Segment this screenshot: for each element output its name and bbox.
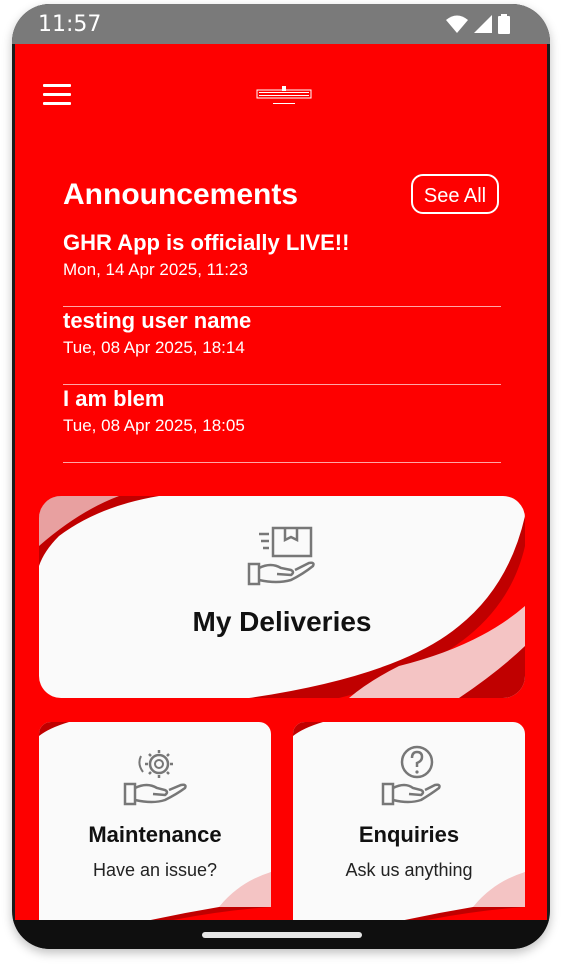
announcement-item[interactable]: testing user name Tue, 08 Apr 2025, 18:1… [63, 308, 501, 385]
package-hand-icon [247, 526, 315, 586]
gear-hand-icon [123, 750, 187, 806]
announcements-list: GHR App is officially LIVE!! Mon, 14 Apr… [63, 230, 501, 463]
maintenance-subtitle: Have an issue? [92, 860, 218, 880]
phone-frame: 11:57 Announcements See All GHR App is o… [12, 4, 550, 949]
enquiries-subtitle: Ask us anything [345, 860, 473, 880]
my-deliveries-card[interactable]: My Deliveries [39, 496, 525, 698]
wifi-icon [446, 15, 468, 33]
hamburger-menu-icon[interactable] [43, 84, 71, 106]
announcement-title: testing user name [63, 308, 252, 333]
status-bar: 11:57 [12, 4, 550, 44]
my-deliveries-title: My Deliveries [192, 606, 372, 637]
cellular-signal-icon [474, 15, 492, 33]
announcement-title: GHR App is officially LIVE!! [63, 230, 350, 255]
enquiries-card[interactable]: Enquiries Ask us anything [293, 722, 525, 920]
announcement-date: Tue, 08 Apr 2025, 18:14 [63, 338, 245, 357]
announcement-item[interactable]: I am blem Tue, 08 Apr 2025, 18:05 [63, 386, 501, 463]
announcement-date: Mon, 14 Apr 2025, 11:23 [63, 260, 248, 279]
app-logo [256, 86, 312, 104]
status-icons [446, 14, 510, 34]
maintenance-card[interactable]: Maintenance Have an issue? [39, 722, 271, 920]
status-time: 11:57 [38, 12, 102, 37]
maintenance-title: Maintenance [88, 822, 222, 847]
question-hand-icon [381, 745, 441, 806]
system-navigation-bar [12, 920, 550, 949]
see-all-button[interactable]: See All [411, 174, 499, 214]
home-screen: Announcements See All GHR App is officia… [15, 44, 547, 920]
announcement-date: Tue, 08 Apr 2025, 18:05 [63, 416, 245, 435]
announcement-title: I am blem [63, 386, 165, 411]
announcement-item[interactable]: GHR App is officially LIVE!! Mon, 14 Apr… [63, 230, 501, 307]
enquiries-title: Enquiries [358, 822, 460, 847]
announcements-heading: Announcements [63, 178, 299, 211]
battery-icon [498, 14, 510, 34]
home-gesture-handle[interactable] [202, 932, 362, 938]
